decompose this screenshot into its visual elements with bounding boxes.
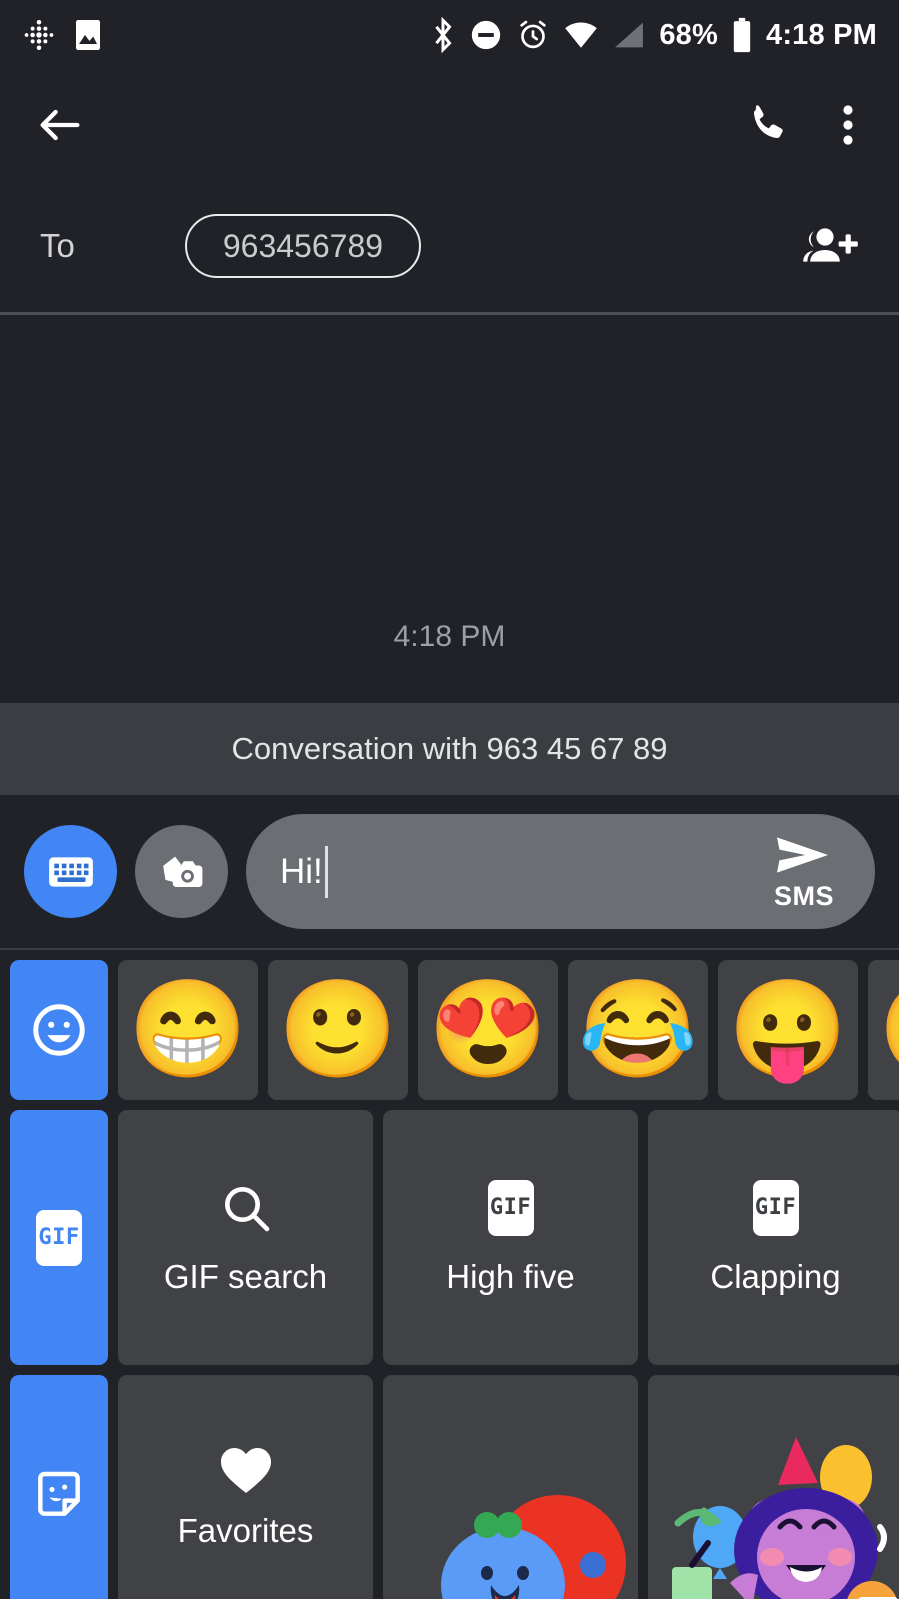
- sticker-favorites-card[interactable]: Favorites: [118, 1375, 373, 1599]
- gif-icon: GIF: [752, 1179, 799, 1236]
- compose-bar: Hi! SMS: [0, 795, 899, 950]
- back-arrow-icon[interactable]: [34, 99, 86, 151]
- frowning-emoji: 😕: [878, 982, 899, 1078]
- status-bar: 68% 4:18 PM: [0, 0, 899, 70]
- gif-icon: GIF: [36, 1209, 82, 1266]
- more-vertical-icon[interactable]: [839, 101, 857, 149]
- gif-card[interactable]: GIF High five: [383, 1110, 638, 1365]
- sticker-card[interactable]: [383, 1375, 638, 1599]
- emoji-smiley-icon: [28, 999, 90, 1061]
- camera-gallery-icon: [157, 849, 207, 895]
- joy-emoji: 😂: [578, 976, 698, 1083]
- keyboard-icon: [46, 847, 96, 897]
- gif-card[interactable]: GIF Clapping: [648, 1110, 899, 1365]
- gif-card-label: High five: [446, 1257, 575, 1295]
- send-arrow-icon: [773, 831, 835, 879]
- fitbit-dots-icon: [22, 18, 56, 52]
- gif-card-label: Clapping: [710, 1257, 841, 1295]
- send-button[interactable]: SMS: [773, 831, 841, 912]
- gif-badge-text: GIF: [754, 1195, 797, 1220]
- emoji-item[interactable]: 😛: [718, 960, 858, 1100]
- emoji-item[interactable]: 😍: [418, 960, 558, 1100]
- gif-card-label: GIF search: [163, 1257, 328, 1295]
- camera-button[interactable]: [135, 825, 228, 918]
- tab-emoji[interactable]: [10, 960, 108, 1100]
- tab-gif[interactable]: GIF: [10, 1110, 108, 1365]
- add-person-icon[interactable]: [799, 222, 859, 270]
- message-timestamp: 4:18 PM: [393, 620, 506, 653]
- sticker-card[interactable]: 00: [648, 1375, 899, 1599]
- search-icon: [218, 1180, 274, 1236]
- sticker-party-monster: 00: [648, 1415, 899, 1599]
- slightly-smiling-emoji: 🙂: [278, 976, 398, 1083]
- emoji-item[interactable]: 😁: [118, 960, 258, 1100]
- to-label: To: [40, 227, 75, 264]
- heart-icon: [216, 1440, 276, 1496]
- message-input[interactable]: Hi! SMS: [246, 814, 875, 929]
- tab-sticker[interactable]: [10, 1375, 108, 1599]
- heart-eyes-emoji: 😍: [428, 976, 548, 1083]
- gif-tab-badge-text: GIF: [38, 1225, 80, 1250]
- emoji-item[interactable]: 🙂: [268, 960, 408, 1100]
- app-bar: [0, 70, 899, 180]
- battery-icon: [731, 17, 753, 53]
- gallery-image-icon: [72, 17, 104, 53]
- sticker-blue-blob: [383, 1415, 638, 1599]
- conversation-area: 4:18 PM: [0, 315, 899, 703]
- recipient-row: To 963456789: [0, 180, 899, 312]
- battery-percent: 68%: [659, 18, 718, 51]
- recipient-chip[interactable]: 963456789: [184, 214, 422, 278]
- do-not-disturb-icon: [469, 18, 503, 52]
- text-caret: [324, 845, 328, 898]
- send-label: SMS: [773, 881, 834, 911]
- grinning-emoji: 😁: [128, 976, 248, 1083]
- conversation-banner: Conversation with 963 45 67 89: [0, 703, 899, 795]
- phone-icon[interactable]: [743, 101, 791, 149]
- keyboard-button[interactable]: [24, 825, 117, 918]
- emoji-item[interactable]: 😂: [568, 960, 708, 1100]
- gif-icon: GIF: [487, 1179, 534, 1236]
- emoji-item[interactable]: 😕: [868, 960, 899, 1100]
- tongue-out-emoji: 😛: [728, 976, 848, 1083]
- bluetooth-icon: [430, 17, 456, 53]
- gif-badge-text: GIF: [489, 1195, 532, 1220]
- emoji-row: 😁 🙂 😍 😂 😛 😕: [0, 950, 899, 1100]
- media-picker: 😁 🙂 😍 😂 😛 😕 GIF GIF search: [0, 950, 899, 1599]
- sticker-icon: [31, 1467, 87, 1523]
- message-input-value: Hi!: [280, 851, 323, 891]
- gif-row: GIF GIF search GIF High five GIF Clappin…: [0, 1100, 899, 1365]
- alarm-icon: [516, 18, 550, 52]
- sticker-card-label: Favorites: [177, 1512, 314, 1549]
- wifi-icon: [563, 19, 599, 51]
- sticker-row: Favorites: [0, 1365, 899, 1599]
- clock-time: 4:18 PM: [766, 18, 877, 51]
- messages-compose-screen: 68% 4:18 PM To 963456789 4:18 PM Convers…: [0, 0, 899, 1599]
- gif-search-card[interactable]: GIF search: [118, 1110, 373, 1365]
- cell-signal-icon: [612, 19, 646, 51]
